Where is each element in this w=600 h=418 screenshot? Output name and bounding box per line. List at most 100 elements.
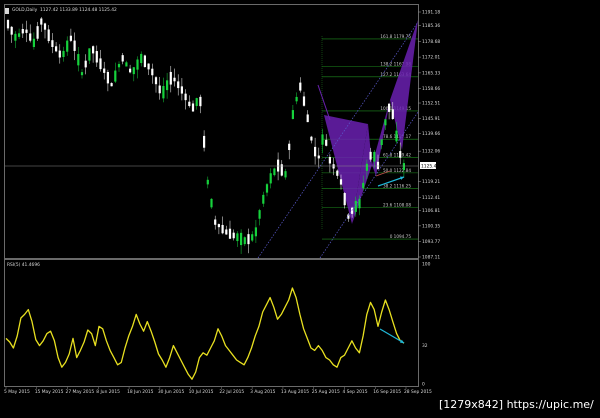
candle-body — [177, 81, 180, 89]
candle-body — [317, 155, 320, 159]
candle-body — [314, 146, 317, 157]
rsi-tick-label: 0 — [422, 382, 425, 388]
candle-body — [36, 26, 39, 39]
candle-body — [236, 233, 239, 242]
price-tick-label: 1145.91 — [422, 116, 440, 122]
candle-body — [147, 63, 150, 70]
candle-body — [188, 101, 191, 107]
candle-body — [162, 85, 165, 99]
candle-body — [6, 20, 10, 29]
candle-body — [277, 159, 280, 172]
candle-body — [47, 29, 50, 42]
price-tick-label: 1172.01 — [422, 55, 440, 61]
candle-body — [129, 68, 132, 73]
candle-body — [169, 71, 172, 85]
candle-body — [18, 33, 21, 37]
candle-body — [10, 26, 13, 35]
date-tick-label: 15 May 2015 — [35, 389, 64, 395]
date-tick-label: 25 Aug 2015 — [312, 389, 340, 395]
candle-body — [365, 163, 368, 171]
price-tick-label: 1191.18 — [422, 10, 440, 16]
candle-body — [180, 86, 183, 94]
candle-body — [332, 164, 335, 169]
candle-body — [243, 237, 246, 245]
candle-body — [88, 48, 91, 61]
candle-body — [66, 40, 69, 52]
candle-body — [240, 232, 243, 246]
date-tick-label: 5 May 2015 — [4, 389, 30, 395]
candle-body — [343, 193, 346, 206]
candle-body — [325, 139, 328, 146]
candle-body — [291, 110, 294, 119]
candle-body — [77, 54, 80, 66]
candle-body — [95, 51, 98, 63]
candle-body — [369, 151, 372, 160]
candle-body — [391, 109, 394, 120]
price-tick-label: 1158.66 — [422, 86, 440, 92]
candle-body — [328, 157, 331, 164]
price-tick-label: 1119.21 — [422, 179, 440, 185]
date-tick-label: 18 Jun 2015 — [127, 389, 154, 395]
candle-body — [247, 234, 250, 245]
date-tick-label: 22 Jul 2015 — [219, 389, 244, 395]
candle-body — [69, 35, 72, 41]
candle-body — [114, 70, 117, 82]
candle-body — [184, 93, 187, 101]
candle-body — [402, 163, 405, 171]
fib-level-label: 61.8 1129.42 — [383, 152, 411, 157]
fib-level-label: 0 1094.75 — [390, 234, 412, 239]
candle-body — [106, 71, 109, 84]
candle-body — [399, 151, 402, 158]
candle-body — [125, 62, 128, 67]
candle-body — [269, 173, 272, 184]
date-tick-label: 13 Aug 2015 — [281, 389, 309, 395]
candle-body — [73, 40, 76, 51]
candle-body — [29, 33, 32, 41]
candle-body — [14, 33, 17, 41]
candle-body — [40, 18, 43, 25]
candle-body — [203, 135, 206, 148]
date-tick-label: 4 Sep 2015 — [342, 389, 367, 395]
candle-body — [158, 85, 161, 94]
trading-chart[interactable]: GOLD,Daily 1127.42 1133.89 1124.48 1125.… — [0, 0, 600, 414]
candle-body — [373, 151, 376, 162]
candle-body — [121, 55, 124, 62]
candle-body — [21, 29, 24, 34]
candle-body — [32, 38, 35, 48]
price-tick-label: 1152.51 — [422, 101, 440, 107]
candle-body — [232, 232, 235, 239]
price-tick-label: 1093.77 — [422, 239, 440, 245]
candle-body — [210, 198, 213, 208]
date-tick-label: 28 Sep 2015 — [404, 389, 432, 395]
candle-body — [288, 143, 291, 151]
candle-body — [151, 68, 154, 76]
candle-body — [258, 210, 261, 219]
candle-body — [103, 68, 106, 73]
candle-body — [265, 184, 269, 193]
candle-body — [62, 50, 65, 57]
candle-body — [295, 96, 298, 102]
candle-body — [302, 96, 306, 106]
candle-body — [206, 179, 209, 185]
candle-body — [362, 182, 365, 189]
candle-body — [395, 130, 398, 142]
candle-body — [388, 103, 391, 112]
last-price-label: 1125.42 — [421, 164, 439, 170]
candle-body — [217, 224, 220, 228]
rsi-tick-label: 100 — [422, 262, 431, 268]
watermark-text: [1279x842] https://upic.me/ — [439, 398, 594, 411]
candle-body — [221, 224, 224, 234]
candle-body — [251, 234, 254, 241]
candle-body — [110, 83, 113, 87]
chart-corner-marker — [5, 8, 9, 14]
price-tick-label: 1178.68 — [422, 39, 440, 45]
fib-level-label: 23.6 1108.08 — [383, 203, 411, 208]
rsi-label: RSI(5) 41.4696 — [7, 262, 40, 268]
candle-body — [191, 103, 195, 112]
price-tick-label: 1132.06 — [422, 149, 440, 155]
candle-body — [284, 171, 287, 178]
candle-body — [225, 229, 228, 235]
candle-body — [140, 53, 143, 64]
candle-body — [43, 23, 47, 30]
candle-body — [339, 179, 343, 185]
